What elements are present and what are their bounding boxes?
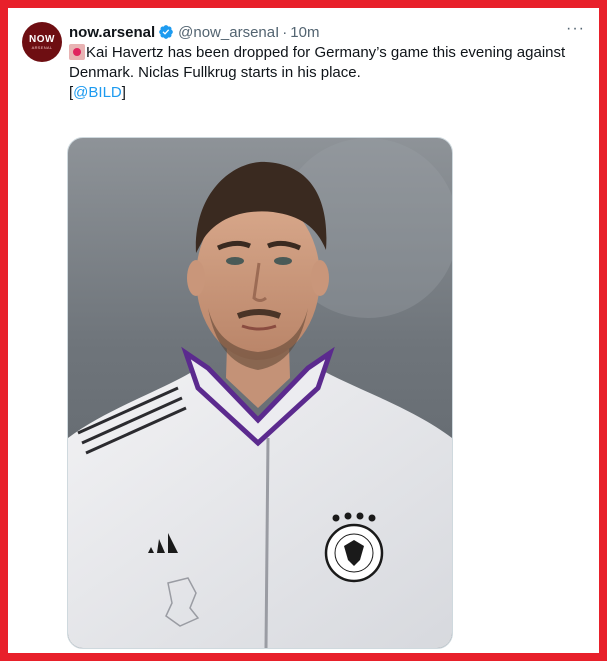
- left-eye: [226, 257, 244, 265]
- left-ear: [187, 260, 205, 296]
- jacket-zipper: [264, 437, 270, 648]
- verified-badge-icon[interactable]: [158, 24, 174, 40]
- timestamp[interactable]: 10m: [290, 24, 319, 41]
- tweet-media-photo[interactable]: [67, 137, 453, 649]
- rotating-light-icon: [69, 44, 85, 60]
- tweet-header: now.arsenal @now_arsenaI · 10m: [69, 22, 319, 42]
- tweet-card[interactable]: NOW ARSENAL now.arsenal @now_arsenaI · 1…: [8, 8, 599, 653]
- tweet-body: Kai Havertz has been dropped for Germany…: [69, 43, 584, 83]
- display-name[interactable]: now.arsenal: [69, 24, 155, 41]
- avatar[interactable]: NOW ARSENAL: [22, 22, 62, 62]
- tweet-text: Kai Havertz has been dropped for Germany…: [69, 43, 584, 103]
- handle[interactable]: @now_arsenaI: [178, 24, 279, 41]
- mention-link[interactable]: @BILD: [73, 84, 122, 101]
- avatar-logo-text: NOW: [29, 33, 55, 45]
- more-options-icon[interactable]: ···: [566, 20, 585, 38]
- dfb-crest-icon: [324, 523, 384, 583]
- right-ear: [311, 260, 329, 296]
- player-photo-illustration: [68, 138, 452, 648]
- separator-dot: ·: [282, 23, 288, 41]
- tweet-body-text: Kai Havertz has been dropped for Germany…: [69, 44, 566, 81]
- mention-close-bracket: ]: [121, 84, 126, 101]
- avatar-logo-subtext: ARSENAL: [31, 44, 53, 50]
- mention-line: [@BILD]: [69, 83, 584, 103]
- right-eye: [274, 257, 292, 265]
